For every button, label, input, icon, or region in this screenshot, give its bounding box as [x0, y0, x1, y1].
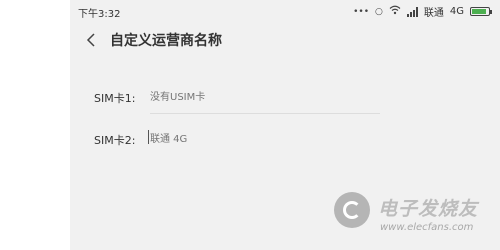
status-bar: 下午3:32 ••• ○ 联通 4G	[70, 0, 500, 22]
signal-icon	[406, 6, 418, 17]
carrier-name: 联通	[423, 8, 444, 19]
sim1-row: SIM卡1:	[90, 80, 380, 116]
sim2-row: SIM卡2:	[90, 122, 380, 158]
watermark-title: 电子发烧友	[378, 198, 479, 220]
battery-level	[472, 9, 487, 14]
back-button[interactable]	[82, 28, 100, 52]
status-time: 下午3:32	[78, 9, 121, 20]
elecfans-logo-icon	[334, 192, 370, 228]
status-icons: ••• ○ 联通 4G	[353, 4, 492, 19]
sim1-name-input[interactable]	[150, 86, 370, 108]
sim2-name-input[interactable]	[150, 128, 370, 150]
chevron-left-icon	[86, 33, 95, 47]
battery-icon	[470, 7, 492, 16]
text-cursor	[148, 130, 149, 144]
app-header: 自定义运营商名称	[70, 22, 500, 58]
divider	[150, 113, 380, 114]
alarm-icon: ○	[375, 6, 383, 17]
page-title: 自定义运营商名称	[110, 33, 222, 49]
sim1-label: SIM卡1:	[94, 92, 136, 105]
network-type: 4G	[449, 6, 464, 17]
wifi-icon	[389, 5, 401, 18]
watermark-url: www.elecfans.com	[380, 222, 474, 233]
watermark: 电子发烧友 www.elecfans.com	[334, 188, 494, 244]
more-dots-icon: •••	[353, 6, 370, 17]
phone-screen: 下午3:32 ••• ○ 联通 4G 自定义运营商名称 SIM卡1: 没有USI…	[70, 0, 500, 250]
sim2-label: SIM卡2:	[94, 134, 136, 147]
